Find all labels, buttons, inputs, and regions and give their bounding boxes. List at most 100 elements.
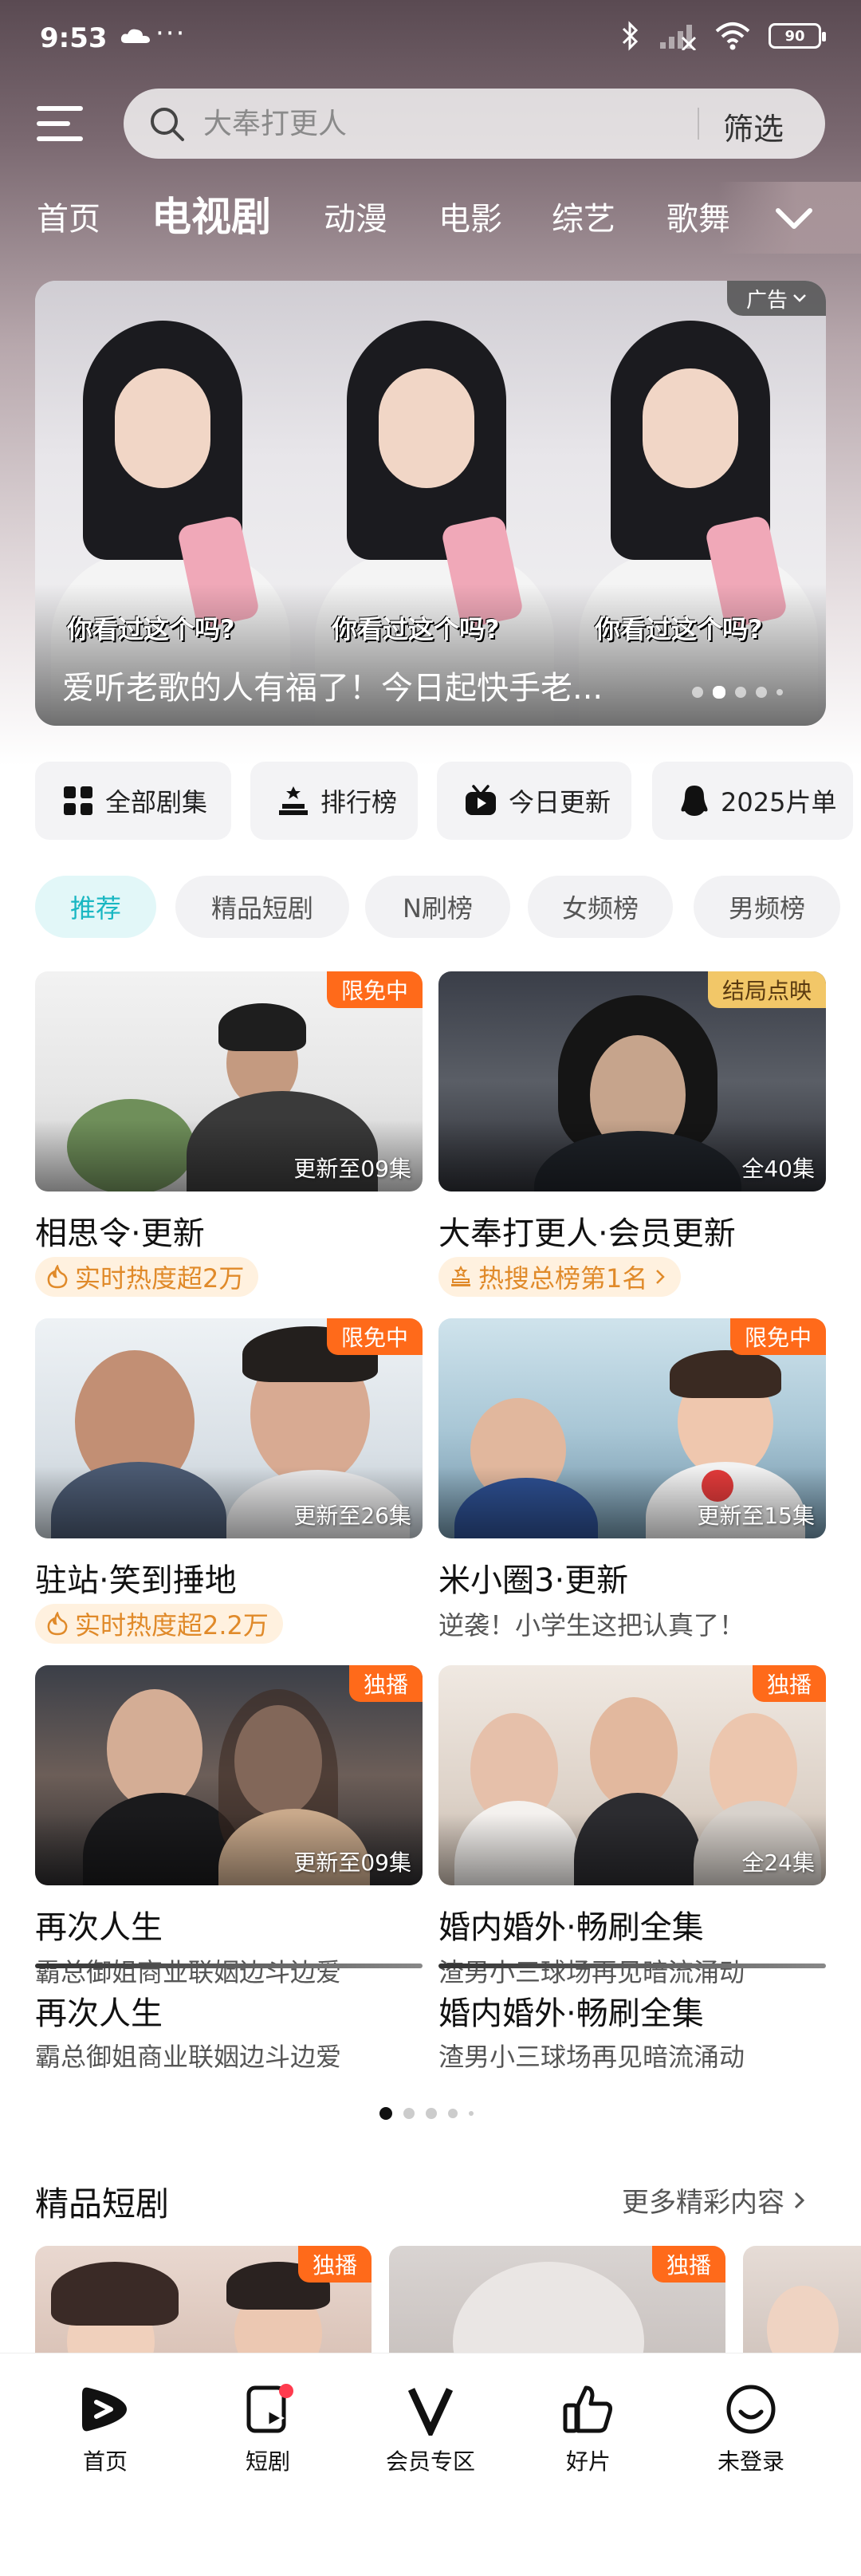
pager-dot — [448, 2109, 458, 2118]
series-card[interactable]: 限免中 更新至09集 相思令·更新 实时热度超2万 — [35, 971, 423, 1306]
banner-carousel[interactable]: 你看过这个吗? 你看过这个吗? 你看过这个吗? 爱听老歌的人有福了！今日起快手老… — [35, 281, 826, 726]
pager-dot — [426, 2108, 437, 2119]
free-badge: 限免中 — [729, 1318, 826, 1355]
pager-dot — [756, 687, 767, 698]
series-card[interactable]: 结局点映 全40集 大奉打更人·会员更新 热搜总榜第1名 — [438, 971, 826, 1306]
heat-text: 实时热度超2万 — [75, 1263, 245, 1294]
nav-short-drama[interactable]: 短剧 — [196, 2377, 340, 2476]
all-series-button[interactable]: 全部剧集 — [35, 762, 231, 840]
search-icon — [151, 108, 184, 141]
nav-home[interactable]: 首页 — [33, 2377, 177, 2476]
pager-dot-active — [713, 686, 725, 699]
series-title: 米小圈3·更新 — [438, 1562, 629, 1599]
series-title[interactable]: 婚内婚外·畅刷全集 — [438, 1987, 704, 2034]
free-badge: 限免中 — [326, 971, 423, 1008]
nav-login[interactable]: 未登录 — [679, 2377, 823, 2476]
bluetooth-icon — [622, 21, 639, 51]
series-thumbnail: 独播 更新至09集 — [35, 1665, 423, 1885]
podium-icon — [451, 1266, 470, 1286]
film-list-2025-button[interactable]: 2025片单 — [652, 762, 853, 840]
rank-text: 热搜总榜第1名 — [478, 1263, 648, 1294]
free-badge: 限免中 — [326, 1318, 423, 1355]
tab-home[interactable]: 首页 — [37, 193, 100, 239]
quick-actions: 全部剧集 排行榜 今日更新 2025片单 — [35, 762, 861, 841]
nav-label: 会员专区 — [385, 2448, 475, 2475]
nav-label: 首页 — [82, 2448, 128, 2475]
filter-chips: 推荐 精品短剧 N刷榜 女频榜 男频榜 — [35, 876, 861, 939]
nav-label: 好片 — [565, 2448, 611, 2475]
series-tagline: 渣男小三球场再见暗流涌动 — [438, 1957, 745, 1987]
series-card[interactable]: 限免中 更新至15集 米小圈3·更新 逆袭！小学生这把认真了！ — [438, 1318, 826, 1653]
series-tagline: 渣男小三球场再见暗流涌动 — [438, 2042, 745, 2072]
chevron-right-icon — [656, 1270, 666, 1284]
pager-dot — [735, 687, 746, 698]
pager-dot — [776, 689, 783, 695]
episode-count: 更新至26集 — [293, 1503, 411, 1529]
rank-badge[interactable]: 热搜总榜第1名 — [438, 1257, 682, 1297]
play-logo-icon — [82, 2387, 127, 2432]
series-title: 驻站·笑到捶地 — [35, 1562, 237, 1599]
episode-count: 全24集 — [741, 1849, 815, 1876]
exclusive-badge: 独播 — [297, 2246, 372, 2283]
series-tagline: 逆袭！小学生这把认真了！ — [438, 1610, 745, 1641]
chip-male-rank[interactable]: 男频榜 — [694, 876, 840, 938]
search-input[interactable] — [203, 100, 714, 148]
notification-dot — [279, 2384, 293, 2398]
nav-label: 短剧 — [245, 2448, 290, 2475]
tab-movie[interactable]: 电影 — [438, 193, 502, 239]
series-card[interactable]: 独播 更新至09集 再次人生 霸总御姐商业联姻边斗边爱 — [35, 1665, 423, 2000]
penguin-icon — [681, 786, 708, 816]
chevron-down-icon[interactable] — [773, 198, 815, 238]
chip-female-rank[interactable]: 女频榜 — [528, 876, 673, 938]
ad-label: 广告 — [745, 288, 788, 313]
heat-badge: 实时热度超2万 — [35, 1257, 259, 1297]
more-notifications-icon: ··· — [155, 18, 187, 49]
filter-button[interactable]: 筛选 — [723, 104, 784, 148]
nav-good-films[interactable]: 好片 — [517, 2377, 660, 2476]
all-series-label: 全部剧集 — [105, 787, 208, 817]
menu-icon[interactable] — [37, 106, 83, 141]
today-update-label: 今日更新 — [509, 787, 611, 817]
chip-n-rewatch[interactable]: N刷榜 — [365, 876, 510, 938]
banner-caption: 你看过这个吗? — [67, 614, 235, 644]
exclusive-badge: 独播 — [752, 1665, 826, 1702]
series-tagline: 霸总御姐商业联姻边斗边爱 — [35, 1957, 342, 1987]
ad-badge[interactable]: 广告 — [727, 281, 826, 316]
tab-tv[interactable]: 电视剧 — [151, 185, 271, 242]
tab-anime[interactable]: 动漫 — [324, 193, 387, 239]
tv-icon — [466, 785, 496, 815]
series-card[interactable]: 独播 全24集 婚内婚外·畅刷全集 渣男小三球场再见暗流涌动 — [438, 1665, 826, 2000]
more-link[interactable]: 更多精彩内容 — [622, 2180, 807, 2220]
series-card[interactable]: 限免中 更新至26集 驻站·笑到捶地 实时热度超2.2万 — [35, 1318, 423, 1653]
search-bar[interactable]: 筛选 — [124, 89, 825, 159]
status-bar: 9:53 ··· 90 — [0, 0, 861, 80]
banner-pager — [692, 686, 783, 699]
podium-icon — [279, 786, 308, 815]
more-link-label: 更多精彩内容 — [622, 2187, 784, 2219]
series-thumbnail: 独播 全24集 — [438, 1665, 826, 1885]
series-thumbnail: 限免中 更新至09集 — [35, 971, 423, 1191]
flame-icon — [47, 1265, 68, 1289]
nav-vip[interactable]: 会员专区 — [359, 2377, 502, 2476]
ranking-button[interactable]: 排行榜 — [250, 762, 418, 840]
series-title: 婚内婚外·畅刷全集 — [438, 1909, 704, 1946]
episode-count: 更新至09集 — [293, 1156, 411, 1182]
chevron-down-icon — [793, 294, 806, 302]
wifi-icon — [715, 22, 750, 50]
flame-icon — [47, 1612, 68, 1636]
chip-premium-short[interactable]: 精品短剧 — [175, 876, 349, 938]
today-update-button[interactable]: 今日更新 — [437, 762, 631, 840]
episode-count: 全40集 — [741, 1156, 815, 1182]
search-divider — [698, 108, 699, 140]
heat-badge: 实时热度超2.2万 — [35, 1604, 283, 1644]
chip-recommend[interactable]: 推荐 — [35, 876, 156, 938]
tab-variety[interactable]: 综艺 — [552, 193, 615, 239]
series-thumbnail: 结局点映 全40集 — [438, 971, 826, 1191]
grid-icon — [64, 786, 92, 815]
signal-icon — [660, 25, 697, 50]
banner-caption: 你看过这个吗? — [595, 614, 763, 644]
series-title[interactable]: 再次人生 — [35, 1987, 163, 2034]
section-title: 精品短剧 — [35, 2184, 170, 2223]
finale-preview-badge: 结局点映 — [707, 971, 826, 1008]
series-title: 相思令·更新 — [35, 1215, 205, 1252]
